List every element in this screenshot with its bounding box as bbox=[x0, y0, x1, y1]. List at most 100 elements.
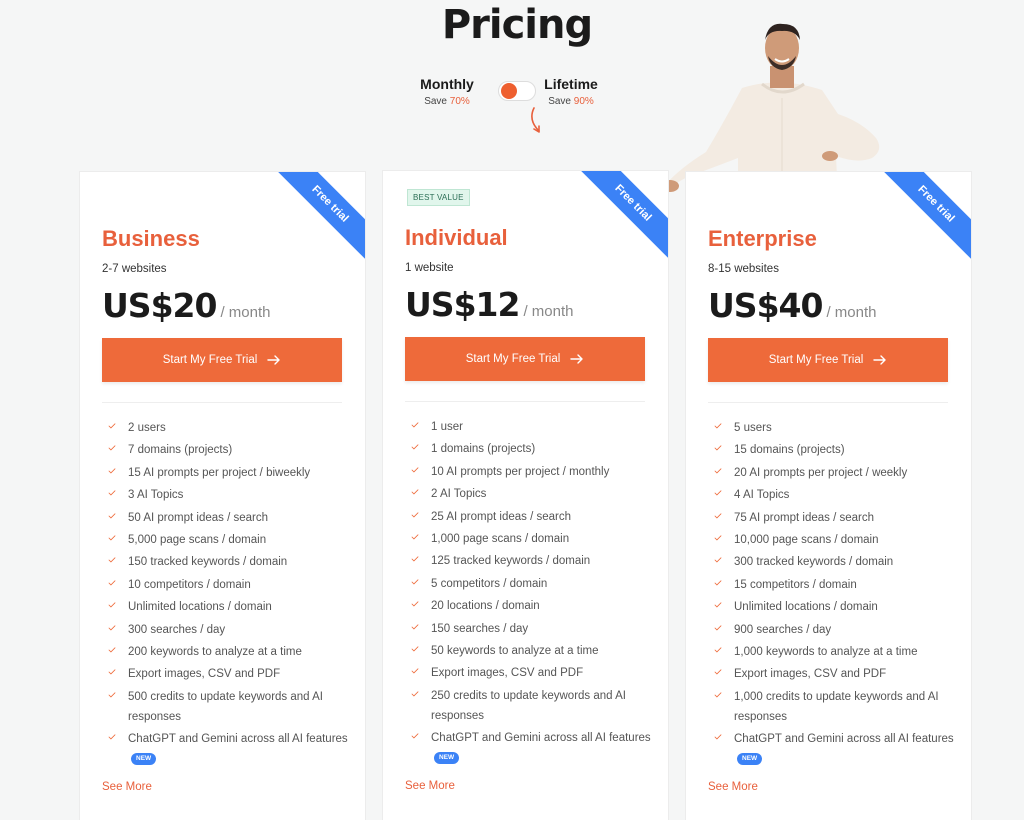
feature-label: ChatGPT and Gemini across all AI feature… bbox=[128, 733, 348, 746]
feature-label: 20 locations / domain bbox=[431, 600, 540, 613]
best-value-badge: BEST VALUE bbox=[407, 189, 470, 206]
feature-text: 20 AI prompts per project / weekly bbox=[734, 463, 958, 483]
plan-card-individual: Free trial BEST VALUE Individual 1 websi… bbox=[382, 170, 669, 820]
check-icon bbox=[714, 445, 722, 451]
feature-item: 1,000 page scans / domain bbox=[405, 529, 655, 549]
cta-label: Start My Free Trial bbox=[768, 354, 864, 366]
check-icon bbox=[108, 669, 116, 675]
check-icon bbox=[411, 646, 419, 652]
start-free-trial-button[interactable]: Start My Free Trial bbox=[708, 338, 948, 382]
plan-card-enterprise: Free trial Enterprise 8-15 websites US$4… bbox=[685, 171, 972, 820]
feature-text: 3 AI Topics bbox=[128, 485, 352, 505]
feature-text: 10 AI prompts per project / monthly bbox=[431, 462, 655, 482]
feature-item: Export images, CSV and PDF bbox=[708, 664, 958, 684]
feature-item: Unlimited locations / domain bbox=[708, 597, 958, 617]
feature-item: 125 tracked keywords / domain bbox=[405, 551, 655, 571]
feature-label: 15 AI prompts per project / biweekly bbox=[128, 466, 311, 479]
price-amount: US$20 bbox=[102, 286, 217, 325]
check-icon bbox=[714, 535, 722, 541]
check-icon bbox=[411, 422, 419, 428]
feature-item: 10,000 page scans / domain bbox=[708, 530, 958, 550]
check-icon bbox=[108, 734, 116, 740]
toggle-knob bbox=[501, 83, 517, 99]
check-icon bbox=[411, 511, 419, 517]
monthly-save-prefix: Save bbox=[424, 96, 450, 107]
feature-text: 150 searches / day bbox=[431, 619, 655, 639]
feature-item: ChatGPT and Gemini across all AI feature… bbox=[405, 728, 655, 768]
feature-text: 5 users bbox=[734, 418, 958, 438]
feature-label: 1 user bbox=[431, 421, 463, 433]
feature-item: 300 tracked keywords / domain bbox=[708, 552, 958, 572]
start-free-trial-button[interactable]: Start My Free Trial bbox=[102, 338, 342, 382]
feature-label: 150 searches / day bbox=[431, 622, 529, 635]
feature-item: 300 searches / day bbox=[102, 620, 352, 640]
arrow-right-icon bbox=[267, 355, 280, 365]
feature-text: 75 AI prompt ideas / search bbox=[734, 508, 958, 528]
feature-label: Unlimited locations / domain bbox=[734, 601, 878, 614]
feature-item: 5,000 page scans / domain bbox=[102, 530, 352, 550]
feature-item: 5 users bbox=[708, 418, 958, 438]
feature-text: 10 competitors / domain bbox=[128, 575, 352, 595]
feature-text: 900 searches / day bbox=[734, 620, 958, 640]
price-amount: US$12 bbox=[405, 285, 520, 324]
feature-label: 500 credits to update keywords and AI re… bbox=[128, 690, 323, 723]
plan-name: Individual bbox=[405, 225, 508, 250]
feature-label: Export images, CSV and PDF bbox=[431, 667, 584, 680]
feature-item: 15 domains (projects) bbox=[708, 440, 958, 460]
check-icon bbox=[108, 490, 116, 496]
feature-label: 7 domains (projects) bbox=[128, 444, 233, 457]
feature-item: Export images, CSV and PDF bbox=[405, 663, 655, 683]
feature-text: 250 credits to update keywords and AI re… bbox=[431, 686, 655, 726]
feature-text: 200 keywords to analyze at a time bbox=[128, 642, 352, 662]
feature-label: 20 AI prompts per project / weekly bbox=[734, 466, 908, 479]
feature-item: 500 credits to update keywords and AI re… bbox=[102, 687, 352, 727]
check-icon bbox=[108, 692, 116, 698]
monthly-option[interactable]: Monthly Save 70% bbox=[412, 76, 482, 107]
feature-item: 1,000 credits to update keywords and AI … bbox=[708, 687, 958, 727]
feature-label: 2 users bbox=[128, 422, 166, 434]
feature-text: Export images, CSV and PDF bbox=[128, 664, 352, 684]
feature-text: 20 locations / domain bbox=[431, 596, 655, 616]
feature-label: 900 searches / day bbox=[734, 623, 832, 636]
feature-label: 300 searches / day bbox=[128, 623, 226, 636]
feature-item: 3 AI Topics bbox=[102, 485, 352, 505]
feature-list: 2 users 7 domains (projects) 15 AI prompts… bbox=[102, 418, 352, 771]
check-icon bbox=[411, 556, 419, 562]
feature-item: 4 AI Topics bbox=[708, 485, 958, 505]
check-icon bbox=[108, 624, 116, 630]
check-icon bbox=[108, 423, 116, 429]
feature-label: 1,000 page scans / domain bbox=[431, 532, 570, 545]
check-icon bbox=[714, 423, 722, 429]
start-free-trial-button[interactable]: Start My Free Trial bbox=[405, 337, 645, 381]
feature-text: Unlimited locations / domain bbox=[128, 597, 352, 617]
check-icon bbox=[714, 602, 722, 608]
plan-websites: 1 website bbox=[405, 262, 454, 274]
check-icon bbox=[411, 534, 419, 540]
lifetime-option[interactable]: Lifetime Save 90% bbox=[536, 76, 606, 107]
feature-text: 5,000 page scans / domain bbox=[128, 530, 352, 550]
check-icon bbox=[714, 490, 722, 496]
plan-card-business: Free trial Business 2-7 websites US$20/ … bbox=[79, 171, 366, 820]
feature-label: 1 domains (projects) bbox=[431, 443, 536, 456]
free-trial-ribbon: Free trial bbox=[577, 171, 668, 259]
check-icon bbox=[411, 444, 419, 450]
see-more-link[interactable]: See More bbox=[102, 781, 152, 793]
feature-label: 1,000 keywords to analyze at a time bbox=[734, 645, 918, 658]
feature-text: 1 domains (projects) bbox=[431, 439, 655, 459]
new-badge: NEW bbox=[737, 753, 763, 766]
check-icon bbox=[108, 512, 116, 518]
feature-item: ChatGPT and Gemini across all AI feature… bbox=[708, 729, 958, 769]
feature-item: 1,000 keywords to analyze at a time bbox=[708, 642, 958, 662]
feature-text: 15 competitors / domain bbox=[734, 575, 958, 595]
feature-label: 10,000 page scans / domain bbox=[734, 533, 879, 546]
feature-item: 150 tracked keywords / domain bbox=[102, 552, 352, 572]
feature-text: 2 users bbox=[128, 418, 352, 438]
see-more-link[interactable]: See More bbox=[405, 780, 455, 792]
feature-text: 4 AI Topics bbox=[734, 485, 958, 505]
lifetime-save-pct: 90% bbox=[573, 96, 594, 107]
check-icon bbox=[108, 535, 116, 541]
billing-toggle-switch[interactable] bbox=[498, 81, 536, 101]
check-icon bbox=[108, 580, 116, 586]
see-more-link[interactable]: See More bbox=[708, 781, 758, 793]
feature-label: 150 tracked keywords / domain bbox=[128, 556, 288, 569]
